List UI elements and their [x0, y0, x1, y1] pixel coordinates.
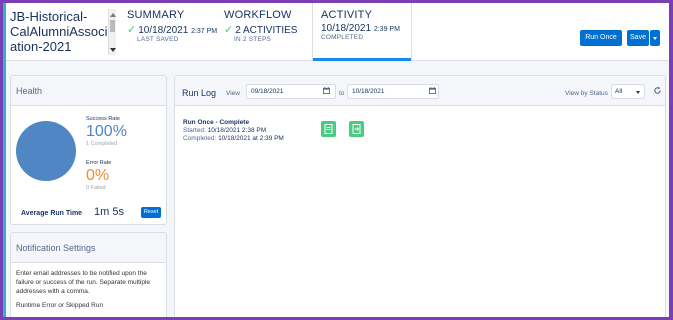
activity-icon-2[interactable]	[349, 121, 364, 137]
view-label: View	[226, 90, 240, 97]
calendar-icon[interactable]	[429, 87, 436, 94]
step-title: ACTIVITY	[321, 9, 373, 21]
automation-name-field[interactable]: JB-Historical-CalAlumniAssociation-2021	[10, 9, 120, 55]
scroll-up-icon[interactable]	[110, 13, 116, 17]
success-rate-label: Success Rate	[86, 116, 120, 122]
step-sub: IN 2 STEPS	[234, 36, 272, 43]
activity-icon-1[interactable]	[321, 121, 336, 137]
name-scrollbar[interactable]	[108, 9, 116, 55]
chevron-down-icon	[653, 37, 657, 40]
tab-workflow[interactable]: WORKFLOW ✓ 2 ACTIVITIES IN 2 STEPS	[216, 3, 311, 61]
notification-description: Enter email addresses to be notified upo…	[16, 270, 151, 295]
started-label: Started:	[183, 127, 206, 134]
chevron-down-icon	[636, 91, 640, 94]
error-rate-label: Error Rate	[86, 160, 112, 166]
status-select-value: All	[615, 88, 623, 95]
app-frame: JB-Historical-CalAlumniAssociation-2021 …	[3, 3, 669, 317]
run-once-button[interactable]: Run Once	[580, 30, 622, 46]
average-run-time-value: 1m 5s	[94, 206, 124, 218]
run-log-entry[interactable]: Run Once - Complete Started: 10/18/2021 …	[183, 119, 284, 142]
completed-value: 10/18/2021 at 2:39 PM	[218, 135, 284, 142]
refresh-icon[interactable]	[653, 86, 662, 95]
scroll-thumb[interactable]	[110, 20, 115, 32]
status-select[interactable]: All	[611, 84, 645, 99]
step-main: 2 ACTIVITIES	[235, 25, 298, 36]
completed-label: Completed:	[183, 135, 217, 142]
step-title: SUMMARY	[127, 9, 185, 21]
success-count: 1 Completed	[86, 141, 118, 147]
notification-settings-panel: Notification Settings Enter email addres…	[10, 232, 167, 317]
health-title: Health	[11, 76, 166, 106]
started-value: 10/18/2021 2:38 PM	[207, 127, 267, 134]
success-rate-value: 100%	[86, 123, 127, 140]
automation-header: JB-Historical-CalAlumniAssociation-2021 …	[6, 3, 669, 61]
automation-name[interactable]: JB-Historical-CalAlumniAssociation-2021	[10, 9, 110, 54]
step-sub: COMPLETED	[321, 34, 364, 41]
document-icon	[324, 124, 333, 134]
step-main: 10/18/2021	[138, 25, 189, 36]
step-sub: LAST SAVED	[137, 36, 179, 43]
to-date-input[interactable]: 10/18/2021	[347, 84, 439, 99]
checkmark-icon: ✓	[224, 24, 234, 36]
calendar-icon[interactable]	[323, 87, 330, 94]
file-transfer-icon	[352, 124, 361, 134]
scroll-down-icon[interactable]	[110, 48, 116, 52]
tab-summary[interactable]: SUMMARY ✓ 10/18/2021 2:37 PM LAST SAVED	[119, 3, 218, 61]
reset-button[interactable]: Reset	[141, 207, 161, 218]
runtime-error-label: Runtime Error or Skipped Run	[16, 302, 104, 309]
checkmark-icon: ✓	[127, 24, 137, 36]
average-run-time-label: Average Run Time	[21, 210, 83, 217]
tab-activity[interactable]: ACTIVITY 10/18/2021 2:39 PM COMPLETED	[312, 3, 412, 61]
step-time: 2:39 PM	[373, 26, 400, 33]
error-count: 0 Failed	[86, 185, 106, 191]
step-main: 10/18/2021	[321, 23, 372, 34]
run-log-header: Run Log View 09/18/2021 to 10/18/2021 Vi…	[175, 76, 665, 106]
save-button[interactable]: Save	[627, 30, 649, 46]
health-pie-chart	[16, 121, 76, 181]
to-label: to	[339, 90, 345, 97]
save-options-button[interactable]	[650, 30, 660, 46]
notification-title: Notification Settings	[11, 233, 166, 263]
error-rate-value: 0%	[86, 167, 110, 184]
run-log-panel: Run Log View 09/18/2021 to 10/18/2021 Vi…	[174, 75, 666, 317]
health-panel: Health Success Rate 100% 1 Completed Err…	[10, 75, 167, 225]
run-log-title: Run Log	[182, 88, 217, 98]
step-time: 2:37 PM	[191, 28, 218, 35]
run-entry-title: Run Once - Complete	[183, 119, 250, 126]
active-tab-indicator	[313, 58, 411, 61]
view-by-status-label: View by Status	[565, 90, 608, 97]
step-title: WORKFLOW	[224, 9, 292, 21]
